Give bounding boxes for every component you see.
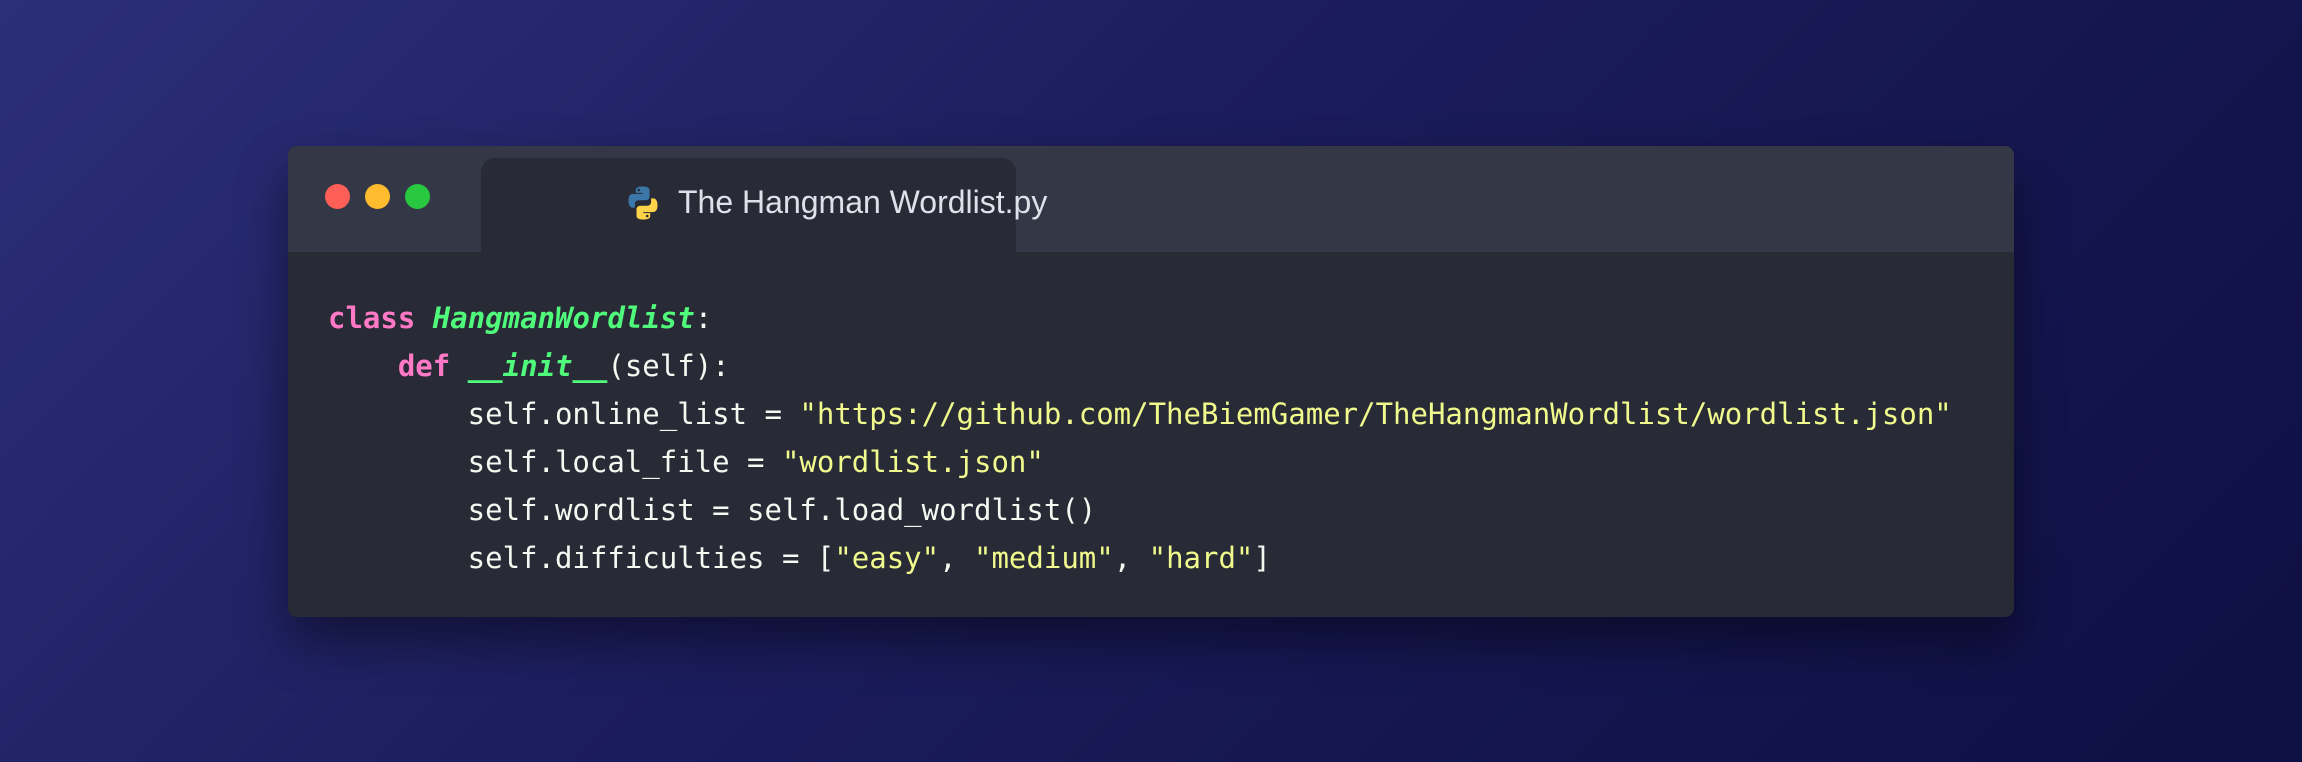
code-editor[interactable]: class HangmanWordlist: def __init__(self…: [328, 294, 1952, 582]
function-params: (self):: [607, 349, 730, 383]
code-punctuation: ,: [1113, 541, 1149, 575]
string-literal: "medium": [974, 541, 1114, 575]
code-line-2: def __init__(self):: [328, 342, 1952, 390]
code-line-4: self.local_file = "wordlist.json": [328, 438, 1952, 486]
code-line-6: self.difficulties = ["easy", "medium", "…: [328, 534, 1952, 582]
maximize-button[interactable]: [405, 184, 430, 209]
code-text: self.online_list =: [328, 397, 800, 431]
code-window: The Hangman Wordlist.py class HangmanWor…: [288, 146, 2014, 617]
close-button[interactable]: [325, 184, 350, 209]
class-name: HangmanWordlist: [432, 301, 695, 335]
minimize-button[interactable]: [365, 184, 390, 209]
code-line-1: class HangmanWordlist:: [328, 294, 1952, 342]
string-literal: "hard": [1148, 541, 1254, 575]
tab-title: The Hangman Wordlist.py: [678, 184, 1048, 220]
code-text: self.difficulties = [: [328, 541, 835, 575]
keyword-class: class: [328, 301, 416, 335]
window-controls: [325, 184, 445, 209]
code-line-3: self.online_list = "https://github.com/T…: [328, 390, 1952, 438]
title-bar: The Hangman Wordlist.py: [288, 146, 2014, 252]
code-text: self.wordlist = self.load_wordlist(): [328, 493, 1097, 527]
code-punctuation: ]: [1253, 541, 1271, 575]
code-punctuation: :: [694, 301, 713, 335]
keyword-def: def: [397, 349, 451, 383]
code-line-5: self.wordlist = self.load_wordlist(): [328, 486, 1952, 534]
string-literal: "https://github.com/TheBiemGamer/TheHang…: [799, 397, 1952, 431]
function-name: __init__: [467, 349, 608, 383]
string-literal: "wordlist.json": [781, 445, 1044, 479]
code-punctuation: ,: [939, 541, 975, 575]
string-literal: "easy": [834, 541, 940, 575]
code-text: self.local_file =: [328, 445, 782, 479]
python-icon: [624, 184, 662, 222]
